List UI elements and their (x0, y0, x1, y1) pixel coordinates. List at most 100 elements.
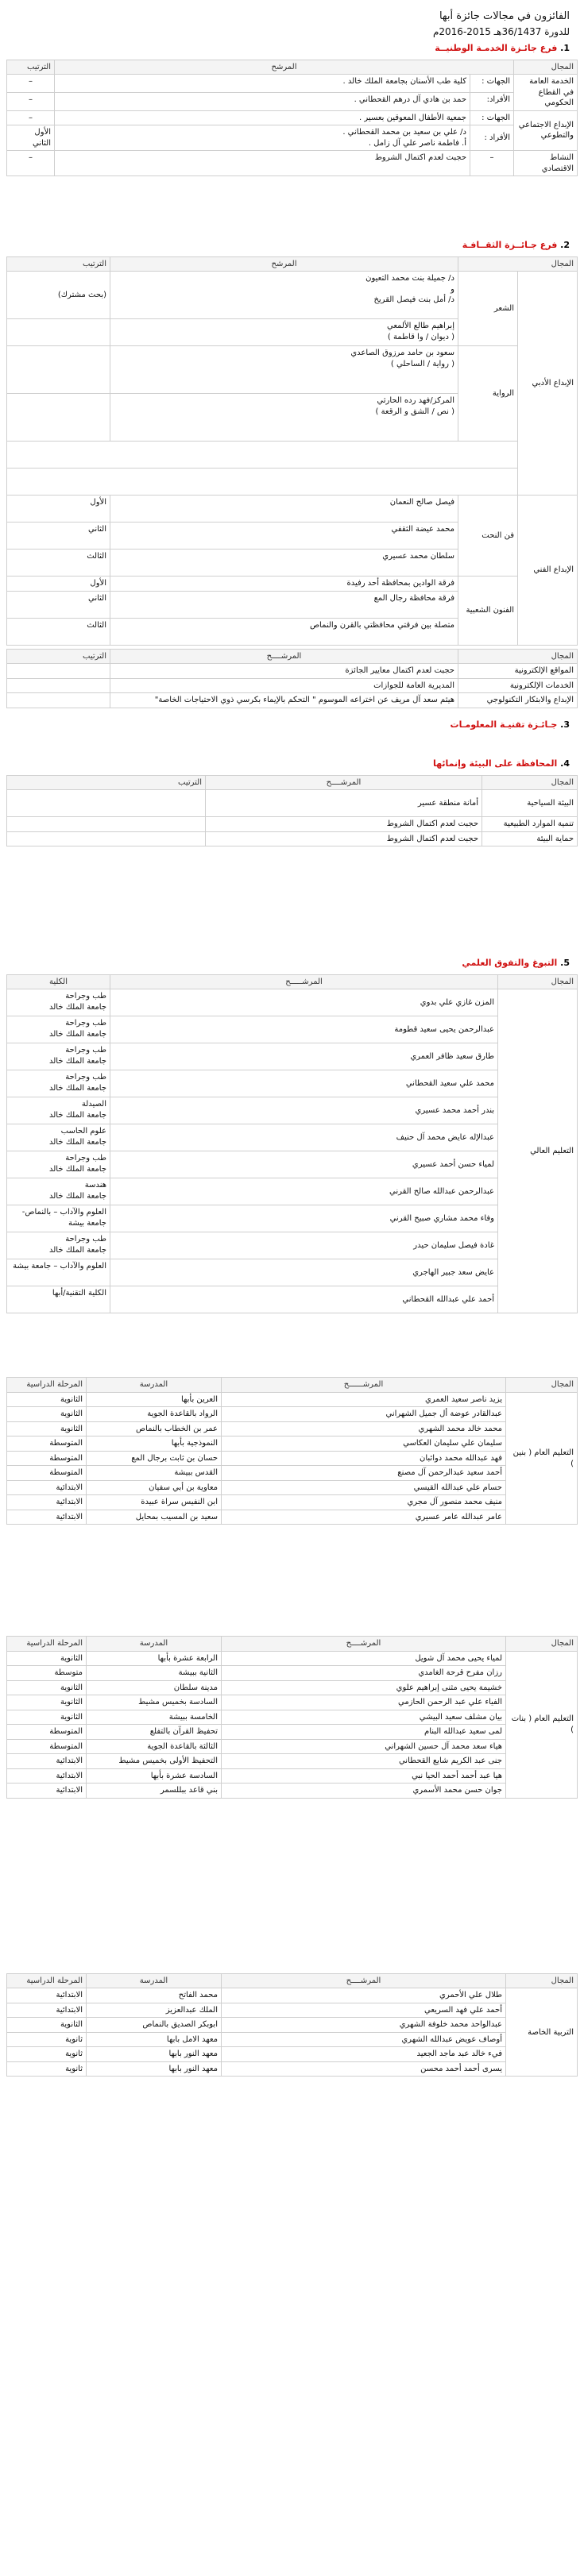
college-cell: العلوم والآداب – بالنماص-جامعة بيشة (6, 1205, 110, 1233)
university: جامعة الملك خالد (49, 1083, 106, 1093)
label-individuals: الأفراد: (470, 91, 514, 111)
stage: الابتدائية (6, 1509, 87, 1525)
table-row: محمد علي سعيد القحطاني طب وجراحة جامعة الم… (6, 1070, 578, 1098)
col-stage: المرحلة الدراسية (6, 1377, 87, 1393)
stage: الثانوية (6, 1406, 87, 1422)
col-rank: الترتيب (6, 774, 206, 791)
college: الكلية التقنية/أبها (52, 1289, 106, 1298)
candidate: المديرية العامة للجوازات (110, 677, 458, 694)
conjunction: و (451, 284, 454, 294)
subfield-poetry: الشعر (458, 271, 518, 347)
stage: المتوسطة (6, 1450, 87, 1467)
dash: – (470, 150, 514, 177)
university: جامعة الملك خالد (49, 1029, 106, 1039)
candidate: حجبت لعدم اكتمال الشروط (205, 816, 482, 832)
candidate: فيصل صالح النعمان (110, 495, 458, 523)
table-row: عايض سعد جبير الهاجري العلوم والآداب – جا… (6, 1259, 578, 1287)
candidate: طلال علي الأحمري (221, 1988, 506, 2003)
candidate: بندر أحمد محمد عسيري (110, 1097, 498, 1125)
table-row: بيان مشلف سعيد البيشي الخامسة ببيشة الثانو… (6, 1709, 578, 1726)
candidate: وفاء محمد مشاري صبيح القرني (110, 1205, 498, 1233)
higher-ed-rows: التعليم العالي المزن غازي علي بدوي طب وجرا… (6, 989, 578, 1314)
candidates: د/ علي بن سعيد بن محمد القحطاني . أ. فاط… (54, 125, 470, 152)
college-cell: طب وجراحة جامعة الملك خالد (6, 1232, 110, 1260)
candidate: عبدالقادر عوضة أل جميل الشهراني (221, 1406, 506, 1422)
table-row: طارق سعيد ظافر العمري طب وجراحة جامعة المل… (6, 1043, 578, 1071)
college-cell: العلوم والآداب – جامعة بيشة (6, 1259, 110, 1287)
session-line: للدورة 36/1437هـ 2015-2016م (432, 25, 570, 37)
candidate: فيء خالد عبد ماجد الجعيد (221, 2046, 506, 2062)
college-cell: طب وجراحة جامعة الملك خالد (6, 989, 110, 1017)
candidates: إبراهيم طالع الألمعي ( ديوان / وا قاطمة … (110, 318, 458, 347)
table-row: بندر أحمد محمد عسيري الصيدلة جامعة الملك خ… (6, 1097, 578, 1125)
stage: ثانوية (6, 2031, 87, 2048)
candidate: د/ جميلة بنت محمد التعيون (365, 274, 454, 283)
col-stage: المرحلة الدراسية (6, 1636, 87, 1652)
candidate: أحمد سعيد عبدالرحمن آل مصنع (221, 1465, 506, 1481)
spacer (6, 441, 518, 469)
ranks: الأول الثاني (6, 125, 55, 152)
school: الخامسة ببيشة (86, 1709, 222, 1726)
school: تحفيظ القرآن بالتفلع (86, 1724, 222, 1740)
candidates: سعود بن حامد مرزوق الصاعدي ( رواية / الس… (110, 345, 458, 395)
section-4-title: 4. المحافظة على البيئة وإنمائها (6, 758, 570, 770)
table-row: حسام علي عبدالله القيسي معاوية بن أبي سفي… (6, 1479, 578, 1496)
candidate: المزن غازي علي بدوي (110, 989, 498, 1017)
college-cell: طب وجراحة جامعة الملك خالد (6, 1016, 110, 1044)
school: الرابعة عشرة بأبها (86, 1650, 222, 1667)
college-cell: الصيدلة جامعة الملك خالد (6, 1097, 110, 1125)
candidate: هيا عبد أحمد أحمد الحيا نبي (221, 1768, 506, 1784)
field-special-ed: التربية الخاصة (505, 1988, 578, 2077)
stage: ثانوية (6, 2046, 87, 2062)
candidate: أوصاف عويض عبدالله الشهري (221, 2031, 506, 2048)
college: طب وجراحة (65, 1154, 106, 1163)
candidate: أ. فاطمة ناصر علي آل زامل . (368, 138, 466, 148)
college-cell: طب وجراحة جامعة الملك خالد (6, 1070, 110, 1098)
table-row: غادة فيصل سليمان حيدر طب وجراحة جامعة المل… (6, 1232, 578, 1260)
table-row: جنى عبد الكريم شايع القحطاني التحفيظ الأو… (6, 1753, 578, 1769)
section-1-title: 1. فرع جائـزة الخدمـة الوطنيــة (6, 43, 570, 55)
section-number: 5. (560, 958, 570, 969)
candidate: عامر عبدالله عامر عسيري (221, 1509, 506, 1525)
rank (6, 816, 206, 832)
section-2-title: 2. فرع جـائــزة الثقــافـة (6, 240, 570, 252)
college: الصيدلة (81, 1100, 106, 1109)
candidate: جنى عبد الكريم شايع القحطاني (221, 1753, 506, 1769)
spacer (6, 468, 518, 496)
candidate: رزان مفرح قرحة الغامدي (221, 1665, 506, 1681)
table-row: هياء سعد محمد آل حسين الشهراني الثالثة با… (6, 1738, 578, 1755)
work: ( نص / الشق و الرقعة ) (375, 407, 454, 416)
candidate: عبدالواحد محمد خلوفة الشهري (221, 2017, 506, 2033)
stage: الثانوية (6, 1695, 87, 1710)
table-row: جوان حسن محمد الأسمري بني قاعد ببللسمر الا… (6, 1783, 578, 1799)
table-row: عبدالرحمن عبدالله صالح القرني هندسة جامعة … (6, 1178, 578, 1206)
higher-ed-table: المجال المرشـــــح الكلية التعليم العالي… (6, 974, 578, 1314)
table-row: عبدالإله عايض محمد آل حنيف علوم الحاسب جام… (6, 1124, 578, 1152)
field-literary: الإبداع الأدبي (517, 271, 578, 496)
candidate: منيف محمد منصور آل مجري (221, 1494, 506, 1510)
boys-rows: التعليم العام ( بنين ) يزيد ناصر سعيد الع… (6, 1391, 578, 1525)
col-candidate: المرشح (110, 256, 458, 272)
special-ed-table: المجال المرشــــح المدرسة المرحلة الدراس… (6, 1972, 578, 2077)
col-field: المجال (505, 1377, 578, 1393)
table-row: التعليم العام ( بنات ) لمياء يحيى محمد آل… (6, 1650, 578, 1799)
col-college: الكلية (6, 974, 110, 990)
col-candidate: المرشــــح (221, 1972, 506, 1989)
special-ed-rows: التربية الخاصة طلال علي الأحمري محمد الفات… (6, 1988, 578, 2077)
candidate: عبدالإله عايض محمد آل حنيف (110, 1124, 498, 1152)
col-field: المجال (497, 974, 578, 990)
candidates: د/ جميلة بنت محمد التعيون و د/ أمل بنت ف… (110, 271, 458, 320)
candidate: أمانة منطقة عسير (205, 789, 482, 818)
table-row: فيء خالد عبد ماجد الجعيد معهد النور بابها… (6, 2046, 578, 2062)
table-row: عبدالقادر عوضة أل جميل الشهراني الرواد با… (6, 1406, 578, 1422)
college-cell: هندسة جامعة الملك خالد (6, 1178, 110, 1206)
school: العرين بأبها (86, 1391, 222, 1408)
table-row: هيا عبد أحمد أحمد الحيا نبي السادسة عشرة … (6, 1768, 578, 1784)
stage: الابتدائية (6, 2002, 87, 2019)
rank (6, 318, 110, 347)
work: ( رواية / الساحلي ) (390, 359, 454, 368)
school: الثالثة بالقاعدة الجوية (86, 1738, 222, 1755)
school: السادسة عشرة بأبها (86, 1768, 222, 1784)
col-rank: الترتيب (6, 59, 55, 75)
rank (6, 345, 110, 395)
